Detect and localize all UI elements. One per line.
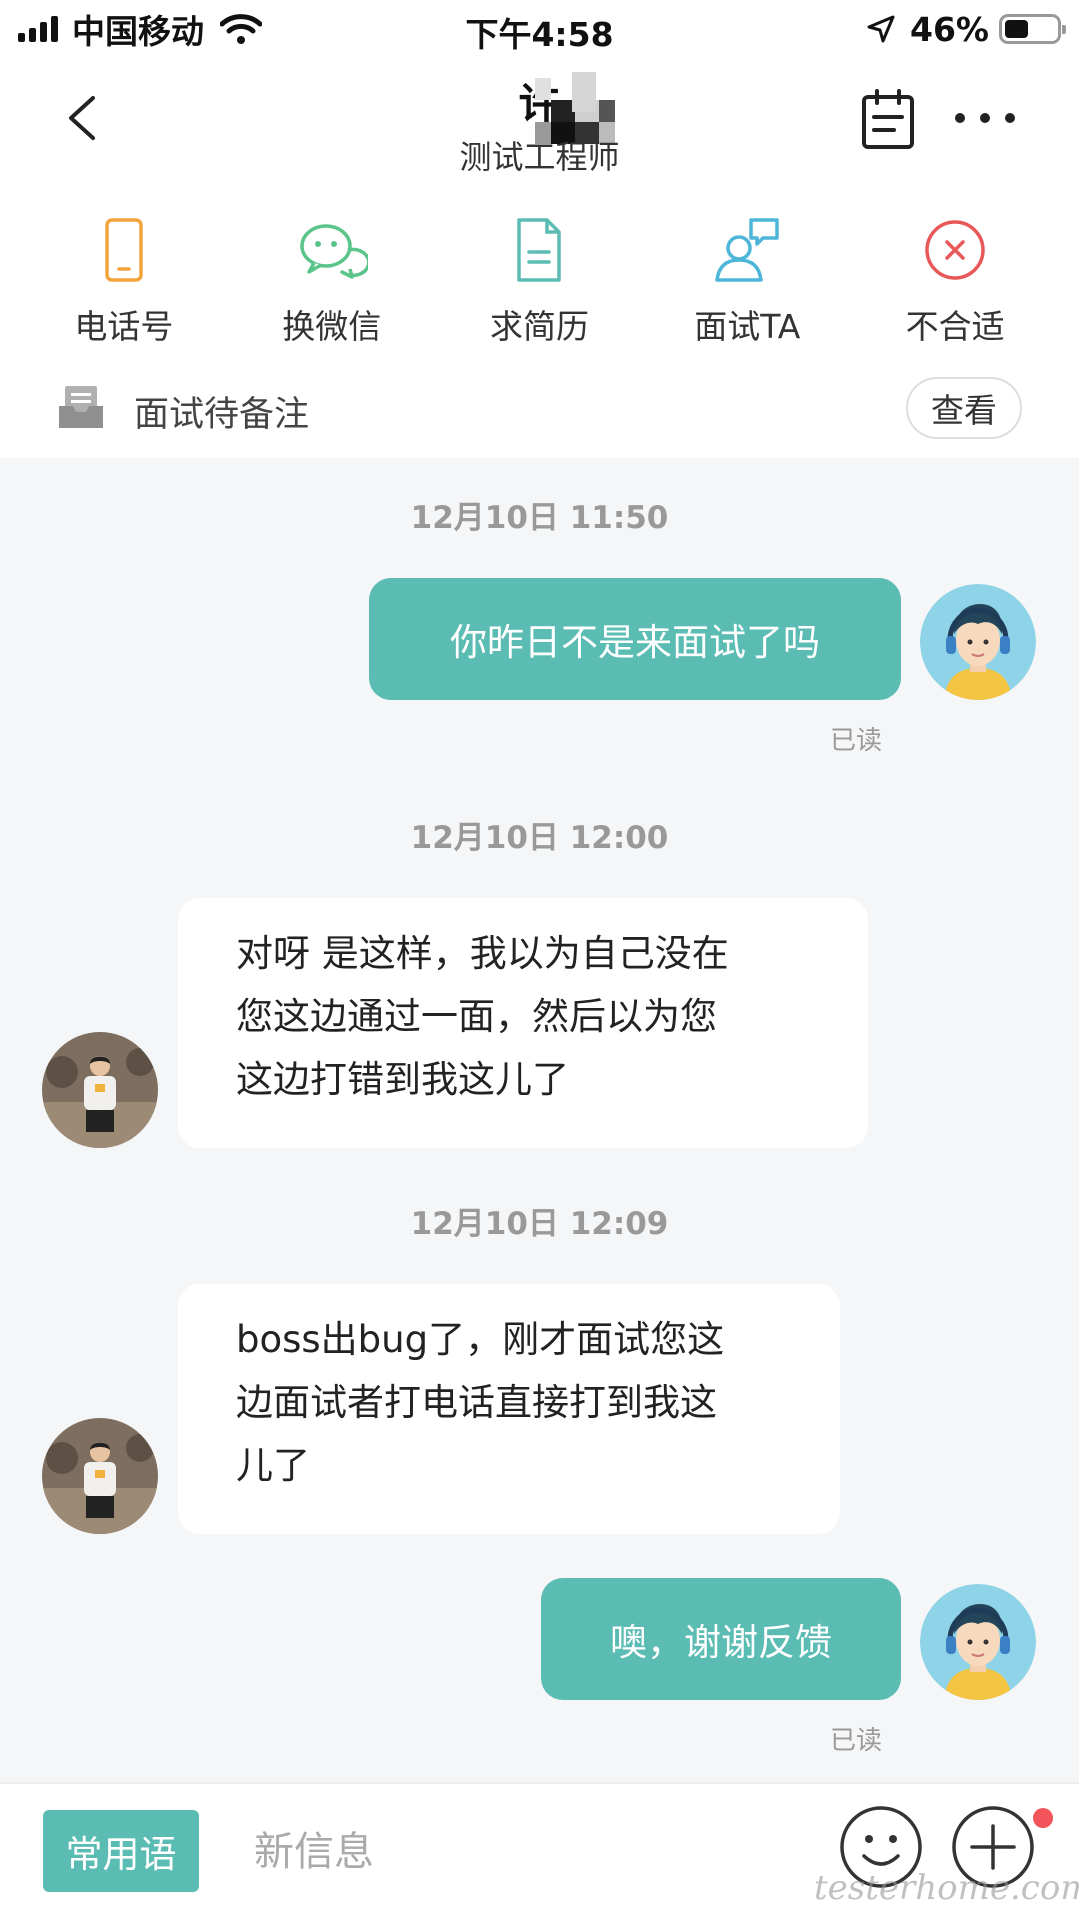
notification-dot (1033, 1808, 1053, 1828)
interview-icon (715, 218, 780, 282)
message-line: 对呀 是这样，我以为自己没在 (236, 932, 729, 975)
recruiter-avatar-image (920, 1584, 1036, 1700)
battery-icon (999, 14, 1066, 44)
sent-message-bubble[interactable]: 噢，谢谢反馈 (541, 1578, 901, 1700)
contact-title: 测试工程师 (459, 138, 620, 176)
action-label: 面试TA (694, 307, 801, 346)
action-interview[interactable]: 面试TA (662, 188, 832, 358)
candidate-avatar[interactable] (42, 1418, 158, 1534)
message-line: 您这边通过一面，然后以为您 (236, 995, 717, 1038)
message-line: 儿了 (236, 1444, 310, 1487)
candidate-avatar-image (42, 1032, 158, 1148)
phone-icon (105, 218, 143, 282)
read-status: 已读 (830, 726, 883, 756)
action-reject[interactable]: 不合适 (870, 188, 1040, 358)
received-message-bubble[interactable]: boss出bug了，刚才面试您这 边面试者打电话直接打到我这 儿了 (178, 1284, 840, 1534)
action-label: 电话号 (74, 307, 174, 346)
message-line: 边面试者打电话直接打到我这 (236, 1381, 717, 1424)
input-bar: 常用语 testerhome.com (0, 1782, 1079, 1920)
action-wechat[interactable]: 换微信 (247, 188, 417, 358)
resume-icon (517, 218, 562, 282)
action-resume[interactable]: 求简历 (454, 188, 624, 358)
action-label: 不合适 (905, 307, 1005, 346)
message-line: boss出bug了，刚才面试您这 (236, 1318, 725, 1361)
received-message-bubble[interactable]: 对呀 是这样，我以为自己没在 您这边通过一面，然后以为您 这边打错到我这儿了 (178, 898, 868, 1148)
my-avatar[interactable] (920, 584, 1036, 700)
action-phone[interactable]: 电话号 (39, 188, 209, 358)
message-line: 这边打错到我这儿了 (236, 1058, 569, 1101)
sent-message-bubble[interactable]: 你昨日不是来面试了吗 (369, 578, 901, 700)
calendar-icon[interactable] (860, 88, 916, 150)
redaction-mosaic-top (572, 72, 596, 112)
message-timestamp: 12月10日 11:50 (410, 500, 669, 536)
inbox-icon (59, 386, 103, 428)
common-phrases-button[interactable]: 常用语 (43, 1810, 199, 1892)
chat-header: 许 测试工程师 (0, 58, 1079, 188)
read-status: 已读 (830, 1726, 883, 1756)
my-avatar[interactable] (920, 1584, 1036, 1700)
interview-memo-bar: 面试待备注 查看 (0, 358, 1079, 458)
recruiter-avatar-image (920, 584, 1036, 700)
memo-text: 面试待备注 (134, 395, 310, 435)
more-options-icon[interactable] (955, 106, 1015, 130)
action-label: 换微信 (282, 307, 382, 346)
location-arrow-icon (867, 15, 895, 43)
message-timestamp: 12月10日 12:00 (410, 820, 669, 856)
quick-actions: 电话号 换微信 求简历 面试TA 不合适 (0, 188, 1079, 358)
battery-percent: 46% (910, 9, 989, 49)
watermark: testerhome.com (814, 1868, 1079, 1908)
view-memo-button[interactable]: 查看 (906, 377, 1022, 439)
reject-icon (925, 220, 985, 280)
message-timestamp: 12月10日 12:09 (410, 1206, 669, 1242)
action-label: 求简历 (489, 307, 589, 346)
status-bar: 中国移动 下午4:58 46% (0, 0, 1079, 58)
candidate-avatar-image (42, 1418, 158, 1534)
message-input[interactable] (254, 1814, 814, 1890)
candidate-avatar[interactable] (42, 1032, 158, 1148)
wechat-icon (299, 224, 368, 279)
